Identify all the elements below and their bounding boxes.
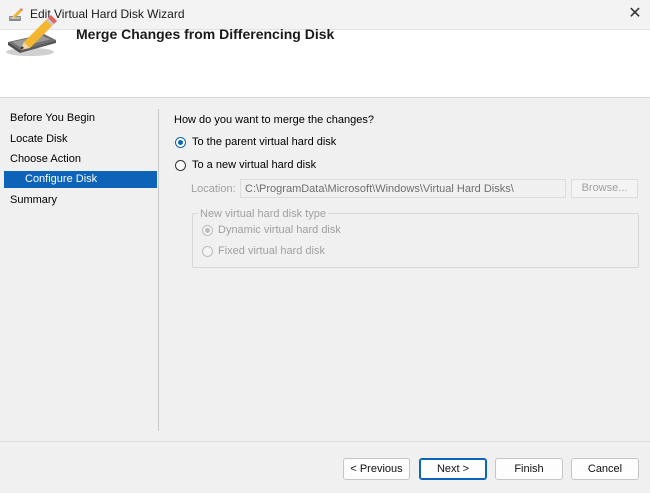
disk-type-group [192, 213, 639, 268]
close-icon: ✕ [628, 5, 642, 22]
previous-button[interactable]: < Previous [343, 458, 410, 480]
parent-disk-label[interactable]: To the parent virtual hard disk [192, 136, 336, 148]
close-button[interactable]: ✕ [622, 2, 648, 26]
fixed-disk-label[interactable]: Fixed virtual hard disk [218, 245, 325, 257]
next-button[interactable]: Next > [419, 458, 487, 480]
location-label: Location: [191, 183, 236, 195]
parent-disk-radio[interactable] [175, 137, 186, 148]
browse-button[interactable]: Browse... [571, 179, 638, 198]
merge-question: How do you want to merge the changes? [174, 114, 374, 126]
location-input[interactable] [240, 179, 566, 198]
new-disk-label[interactable]: To a new virtual hard disk [192, 159, 316, 171]
nav-divider [158, 109, 159, 431]
nav-item-summary[interactable]: Summary [4, 192, 157, 209]
pencil-disk-icon [4, 14, 62, 58]
fixed-disk-radio[interactable] [202, 246, 213, 257]
page-title: Merge Changes from Differencing Disk [76, 26, 335, 42]
disk-type-legend: New virtual hard disk type [198, 208, 328, 220]
nav-item-choose-action[interactable]: Choose Action [4, 151, 157, 168]
cancel-button[interactable]: Cancel [571, 458, 639, 480]
finish-button[interactable]: Finish [495, 458, 563, 480]
nav-item-locate-disk[interactable]: Locate Disk [4, 131, 157, 148]
dynamic-disk-radio[interactable] [202, 225, 213, 236]
nav-item-configure-disk[interactable]: Configure Disk [4, 171, 157, 188]
footer-divider [0, 441, 650, 442]
dynamic-disk-label[interactable]: Dynamic virtual hard disk [218, 224, 341, 236]
nav-item-before-you-begin[interactable]: Before You Begin [4, 110, 157, 127]
new-disk-radio[interactable] [175, 160, 186, 171]
